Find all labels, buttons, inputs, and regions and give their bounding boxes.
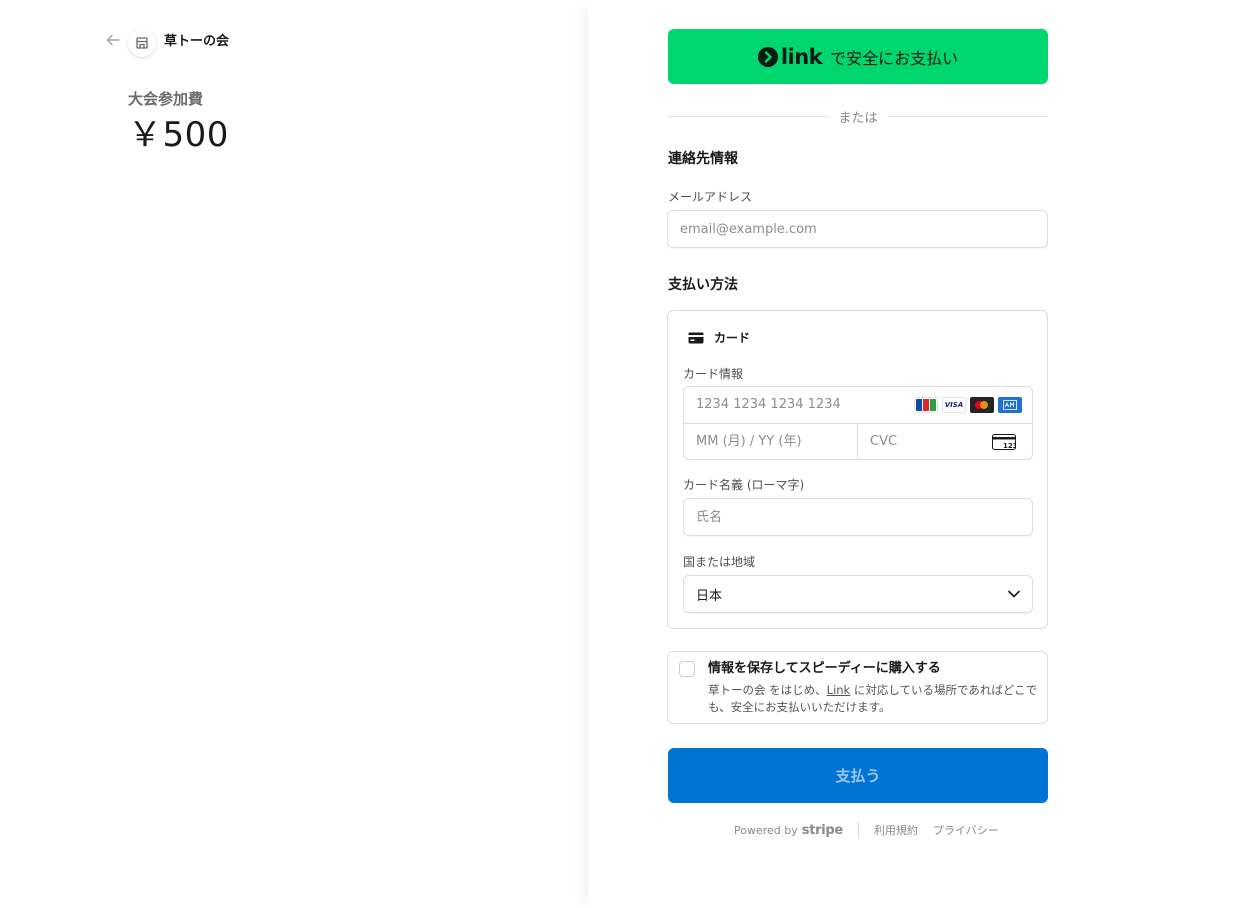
divider-line xyxy=(668,115,829,117)
mastercard-icon xyxy=(970,397,994,413)
card-brand-icons: VISA xyxy=(914,397,1022,413)
footer-separator xyxy=(857,822,859,838)
card-cvc-field[interactable]: CVC 123 xyxy=(858,424,1032,459)
payment-tab-card-label: カード xyxy=(714,331,751,345)
chevron-down-icon xyxy=(1008,590,1020,598)
credit-card-icon xyxy=(688,332,704,343)
card-cvc-placeholder: CVC xyxy=(870,434,898,449)
visa-icon: VISA xyxy=(942,397,966,413)
link-info-link[interactable]: Link xyxy=(827,683,851,697)
link-pay-label: で安全にお支払い xyxy=(830,48,959,68)
link-logo: link xyxy=(757,44,823,69)
country-select[interactable]: 日本 xyxy=(683,575,1033,613)
payment-section-title: 支払い方法 xyxy=(668,277,738,293)
pay-button[interactable]: 支払う xyxy=(668,748,1048,803)
link-arrow-icon xyxy=(757,46,778,67)
link-pay-button[interactable]: link で安全にお支払い xyxy=(668,29,1048,84)
amex-icon xyxy=(998,397,1022,413)
save-info-desc-text: 草トーの会 をはじめ、 xyxy=(708,683,827,697)
jcb-icon xyxy=(914,397,938,413)
email-label: メールアドレス xyxy=(668,190,753,204)
terms-link[interactable]: 利用規約 xyxy=(874,822,918,838)
card-info-group: 1234 1234 1234 1234 VISA MM (月) / YY (年)… xyxy=(683,386,1033,460)
payment-tab-card[interactable]: カード xyxy=(688,329,750,346)
card-expiry-placeholder: MM (月) / YY (年) xyxy=(696,434,802,449)
cvc-icon-text: 123 xyxy=(1003,442,1016,450)
email-field[interactable] xyxy=(667,210,1048,248)
save-info-checkbox[interactable] xyxy=(679,661,695,677)
link-logo-text: link xyxy=(780,44,823,69)
card-expiry-field[interactable]: MM (月) / YY (年) xyxy=(684,424,858,459)
price-amount: ￥500 xyxy=(128,115,229,155)
privacy-link[interactable]: プライバシー xyxy=(933,822,999,838)
powered-by-text: Powered by xyxy=(734,823,798,837)
store-icon xyxy=(128,29,156,57)
country-label: 国または地域 xyxy=(683,555,756,569)
divider-text: または xyxy=(838,110,878,126)
card-info-label: カード情報 xyxy=(683,367,744,381)
cardholder-name-field[interactable] xyxy=(683,498,1033,536)
cvc-card-icon: 123 xyxy=(992,434,1016,450)
save-info-description: 草トーの会 をはじめ、Link に対応している場所であればどこでも、安全にお支払… xyxy=(708,682,1038,716)
card-number-placeholder: 1234 1234 1234 1234 xyxy=(696,397,841,412)
order-summary-pane: 草トーの会 大会参加費 ￥500 xyxy=(0,0,588,908)
checkout-form-pane: link で安全にお支払い または 連絡先情報 メールアドレス 支払い方法 カー… xyxy=(588,0,1248,908)
footer: Powered by stripe 利用規約 プライバシー xyxy=(734,820,999,840)
or-divider: または xyxy=(668,106,1049,126)
back-arrow-icon[interactable] xyxy=(106,33,122,51)
cardholder-name-label: カード名義 (ローマ字) xyxy=(683,478,805,492)
contact-section-title: 連絡先情報 xyxy=(668,151,738,167)
save-info-title: 情報を保存してスピーディーに購入する xyxy=(708,661,941,676)
stripe-logo[interactable]: stripe xyxy=(802,823,843,838)
country-select-value: 日本 xyxy=(696,588,723,604)
payment-method-box: カード カード情報 1234 1234 1234 1234 VISA MM (月… xyxy=(667,310,1048,629)
card-number-field[interactable]: 1234 1234 1234 1234 VISA xyxy=(684,387,1032,424)
product-name: 大会参加費 xyxy=(128,90,204,108)
divider-line xyxy=(887,115,1049,117)
merchant-name: 草トーの会 xyxy=(164,34,230,49)
pay-button-label: 支払う xyxy=(835,767,881,785)
save-info-box: 情報を保存してスピーディーに購入する 草トーの会 をはじめ、Link に対応して… xyxy=(667,651,1048,724)
